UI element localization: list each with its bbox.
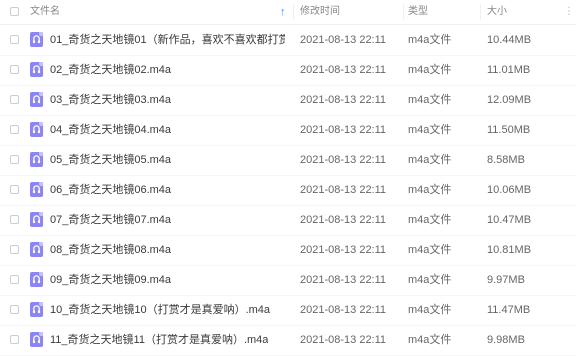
modified-time: 2021-08-13 22:11 <box>300 34 387 46</box>
modified-time: 2021-08-13 22:11 <box>300 184 387 196</box>
file-list: 文件名 ↑ 修改时间 类型 大小 ⋮ 01_奇货之天地镜01（新作品，喜欢不喜欢… <box>0 0 576 356</box>
audio-file-icon <box>30 302 43 317</box>
file-name[interactable]: 04_奇货之天地镜04.m4a <box>50 115 171 145</box>
file-size: 11.01MB <box>487 64 531 76</box>
audio-file-icon <box>30 242 43 257</box>
file-size: 12.09MB <box>487 94 532 106</box>
file-name[interactable]: 11_奇货之天地镜11（打赏才是真爱呐）.m4a <box>50 325 268 355</box>
file-name[interactable]: 01_奇货之天地镜01（新作品，喜欢不喜欢都打赏呗～）.... <box>50 25 285 55</box>
column-divider <box>403 4 404 20</box>
file-type: m4a文件 <box>408 34 452 46</box>
list-header: 文件名 ↑ 修改时间 类型 大小 ⋮ <box>0 0 576 25</box>
modified-time: 2021-08-13 22:11 <box>300 154 387 166</box>
select-all-checkbox[interactable] <box>10 7 19 16</box>
modified-time: 2021-08-13 22:11 <box>300 304 387 316</box>
file-type: m4a文件 <box>408 154 452 166</box>
file-size: 10.47MB <box>487 214 532 226</box>
file-size: 11.50MB <box>487 124 531 136</box>
table-row[interactable]: 09_奇货之天地镜09.m4a 2021-08-13 22:11 m4a文件 9.97… <box>0 265 576 296</box>
audio-file-icon <box>30 62 43 77</box>
modified-time: 2021-08-13 22:11 <box>300 94 387 106</box>
type-column-header[interactable]: 类型 <box>408 0 428 24</box>
file-type: m4a文件 <box>408 244 452 256</box>
file-name[interactable]: 08_奇货之天地镜08.m4a <box>50 235 171 265</box>
row-checkbox[interactable] <box>10 215 19 224</box>
file-type: m4a文件 <box>408 334 452 346</box>
audio-file-icon <box>30 92 43 107</box>
row-checkbox[interactable] <box>10 275 19 284</box>
file-type: m4a文件 <box>408 184 452 196</box>
column-divider <box>293 4 294 20</box>
size-column-header[interactable]: 大小 <box>487 0 507 24</box>
table-row[interactable]: 05_奇货之天地镜05.m4a 2021-08-13 22:11 m4a文件 8.58… <box>0 145 576 176</box>
row-checkbox[interactable] <box>10 335 19 344</box>
row-checkbox[interactable] <box>10 245 19 254</box>
file-size: 9.97MB <box>487 274 525 286</box>
file-size: 8.58MB <box>487 154 525 166</box>
table-row[interactable]: 08_奇货之天地镜08.m4a 2021-08-13 22:11 m4a文件 10.8… <box>0 235 576 266</box>
audio-file-icon <box>30 122 43 137</box>
audio-file-icon <box>30 32 43 47</box>
file-size: 10.81MB <box>487 244 532 256</box>
audio-file-icon <box>30 152 43 167</box>
time-column-header[interactable]: 修改时间 <box>300 0 340 24</box>
row-checkbox[interactable] <box>10 155 19 164</box>
file-type: m4a文件 <box>408 274 452 286</box>
file-size: 11.47MB <box>487 304 531 316</box>
file-name[interactable]: 03_奇货之天地镜03.m4a <box>50 85 171 115</box>
file-type: m4a文件 <box>408 214 452 226</box>
more-icon[interactable]: ⋮ <box>564 0 574 24</box>
file-name[interactable]: 10_奇货之天地镜10（打赏才是真爱呐）.m4a <box>50 295 270 325</box>
table-row[interactable]: 07_奇货之天地镜07.m4a 2021-08-13 22:11 m4a文件 10.4… <box>0 205 576 236</box>
file-name[interactable]: 06_奇货之天地镜06.m4a <box>50 175 171 205</box>
table-row[interactable]: 11_奇货之天地镜11（打赏才是真爱呐）.m4a 2021-08-13 22:11… <box>0 325 576 356</box>
file-size: 10.06MB <box>487 184 532 196</box>
table-row[interactable]: 03_奇货之天地镜03.m4a 2021-08-13 22:11 m4a文件 12.0… <box>0 85 576 116</box>
row-checkbox[interactable] <box>10 185 19 194</box>
table-row[interactable]: 01_奇货之天地镜01（新作品，喜欢不喜欢都打赏呗～）.... 2021-08-1… <box>0 25 576 56</box>
row-checkbox[interactable] <box>10 125 19 134</box>
file-type: m4a文件 <box>408 94 452 106</box>
arrow-up-icon[interactable]: ↑ <box>280 0 286 24</box>
table-row[interactable]: 06_奇货之天地镜06.m4a 2021-08-13 22:11 m4a文件 10.0… <box>0 175 576 206</box>
row-checkbox[interactable] <box>10 305 19 314</box>
file-type: m4a文件 <box>408 64 452 76</box>
file-name[interactable]: 02_奇货之天地镜02.m4a <box>50 55 171 85</box>
name-column-header[interactable]: 文件名 <box>30 0 60 24</box>
audio-file-icon <box>30 272 43 287</box>
file-name[interactable]: 07_奇货之天地镜07.m4a <box>50 205 171 235</box>
row-checkbox[interactable] <box>10 35 19 44</box>
file-name[interactable]: 05_奇货之天地镜05.m4a <box>50 145 171 175</box>
audio-file-icon <box>30 332 43 347</box>
audio-file-icon <box>30 212 43 227</box>
table-row[interactable]: 04_奇货之天地镜04.m4a 2021-08-13 22:11 m4a文件 11.5… <box>0 115 576 146</box>
file-name[interactable]: 09_奇货之天地镜09.m4a <box>50 265 171 295</box>
row-checkbox[interactable] <box>10 65 19 74</box>
modified-time: 2021-08-13 22:11 <box>300 64 387 76</box>
file-size: 9.98MB <box>487 334 525 346</box>
table-row[interactable]: 02_奇货之天地镜02.m4a 2021-08-13 22:11 m4a文件 11.0… <box>0 55 576 86</box>
table-row[interactable]: 10_奇货之天地镜10（打赏才是真爱呐）.m4a 2021-08-13 22:11… <box>0 295 576 326</box>
row-checkbox[interactable] <box>10 95 19 104</box>
modified-time: 2021-08-13 22:11 <box>300 334 387 346</box>
file-size: 10.44MB <box>487 34 532 46</box>
modified-time: 2021-08-13 22:11 <box>300 244 387 256</box>
file-type: m4a文件 <box>408 124 452 136</box>
column-divider <box>480 4 481 20</box>
audio-file-icon <box>30 182 43 197</box>
file-type: m4a文件 <box>408 304 452 316</box>
modified-time: 2021-08-13 22:11 <box>300 274 387 286</box>
modified-time: 2021-08-13 22:11 <box>300 124 387 136</box>
modified-time: 2021-08-13 22:11 <box>300 214 387 226</box>
